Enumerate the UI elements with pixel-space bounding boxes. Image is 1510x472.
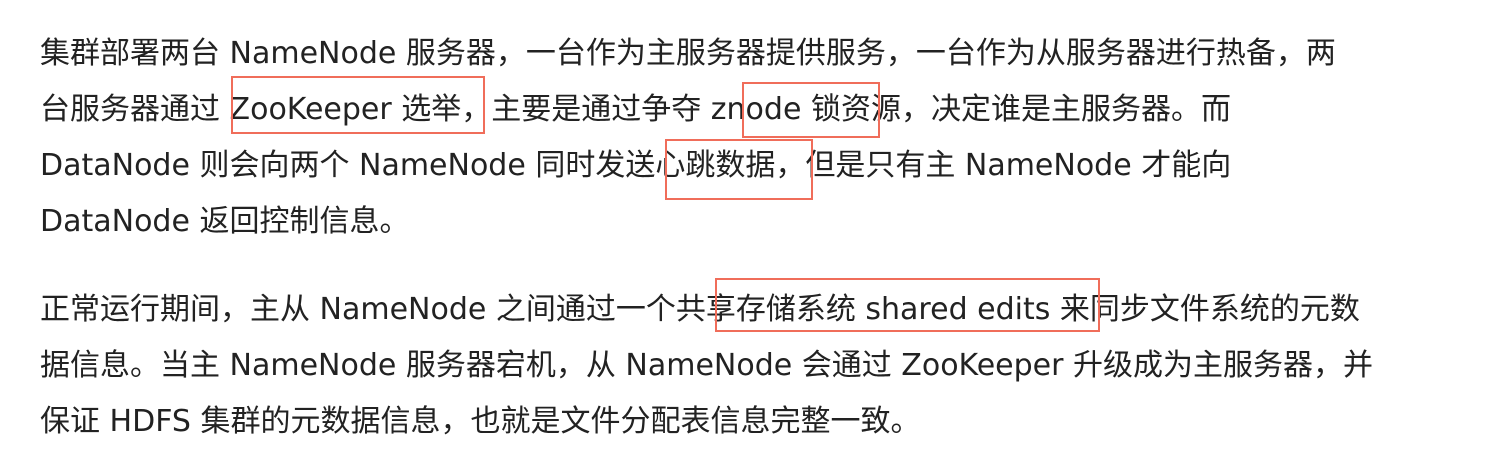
paragraph-2-line-1: 正常运行期间，主从 NameNode 之间通过一个共享存储系统 shared e… bbox=[40, 292, 1360, 327]
paragraph-1-line-4: DataNode 返回控制信息。 bbox=[40, 204, 410, 239]
paragraph-1-line-2: 台服务器通过 ZooKeeper 选举，主要是通过争夺 znode 锁资源，决定… bbox=[40, 92, 1231, 127]
paragraph-2-line-2: 据信息。当主 NameNode 服务器宕机，从 NameNode 会通过 Zoo… bbox=[40, 348, 1374, 383]
paragraph-1-line-1: 集群部署两台 NameNode 服务器，一台作为主服务器提供服务，一台作为从服务… bbox=[40, 36, 1336, 71]
document-body: 集群部署两台 NameNode 服务器，一台作为主服务器提供服务，一台作为从服务… bbox=[0, 0, 1510, 472]
paragraph-1-line-3: DataNode 则会向两个 NameNode 同时发送心跳数据，但是只有主 N… bbox=[40, 148, 1232, 183]
paragraph-2-line-3: 保证 HDFS 集群的元数据信息，也就是文件分配表信息完整一致。 bbox=[40, 404, 921, 439]
